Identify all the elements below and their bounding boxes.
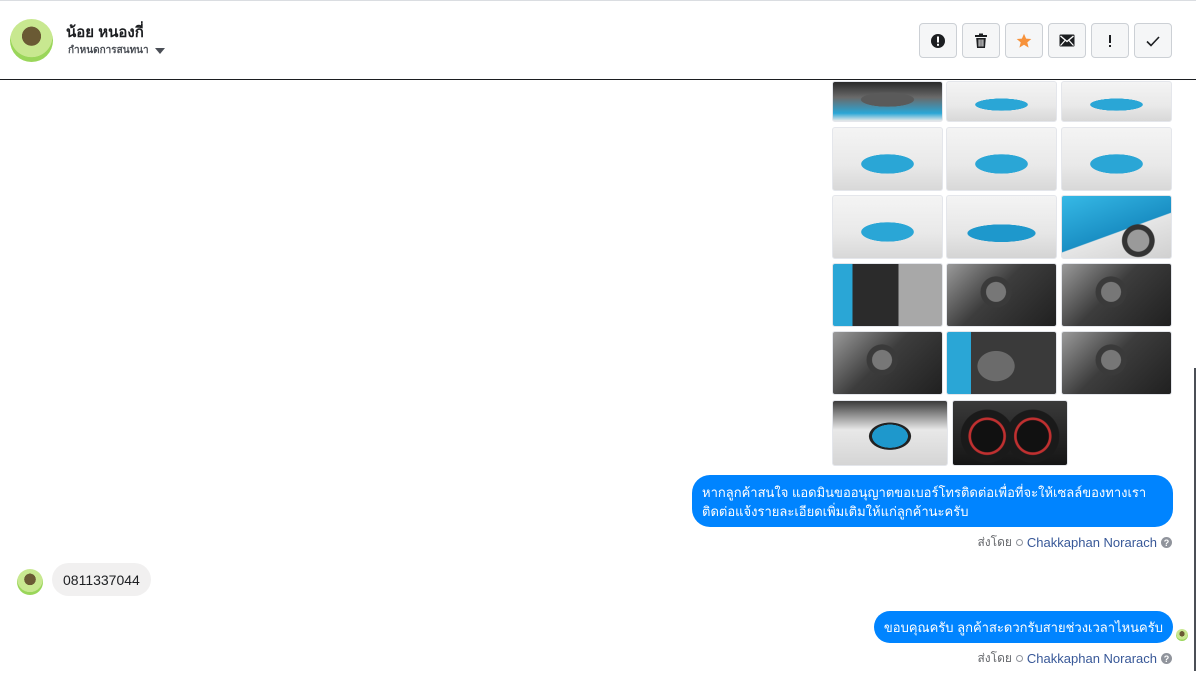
help-icon[interactable]: ? (1161, 653, 1172, 664)
follow-up-button[interactable] (1091, 23, 1129, 58)
gallery-photo[interactable] (952, 400, 1068, 466)
conversation-header: น้อย หนองกี่ กำหนดการสนทนา (0, 0, 1196, 80)
mark-unread-button[interactable] (1048, 23, 1086, 58)
gallery-photo[interactable] (946, 195, 1057, 259)
agent-name-link[interactable]: Chakkaphan Norarach (1027, 535, 1157, 550)
mark-done-button[interactable] (1134, 23, 1172, 58)
conversation-toolbar (919, 23, 1172, 58)
message-text-line: ติดต่อแจ้งรายละเอียดเพิ่มเติมให้แก่ลูกค้… (702, 504, 969, 519)
assign-conversation-label: กำหนดการสนทนา (68, 45, 149, 56)
delete-button[interactable] (962, 23, 1000, 58)
gallery-photo[interactable] (832, 195, 943, 259)
gallery-photo[interactable] (832, 127, 943, 191)
trash-icon (975, 33, 987, 48)
gallery-photo[interactable] (832, 400, 948, 466)
caret-down-icon (154, 47, 165, 54)
gallery-photo[interactable] (1061, 263, 1172, 327)
checkmark-icon (1146, 35, 1160, 47)
gallery-photo[interactable] (1061, 195, 1172, 259)
message-text: ขอบคุณครับ ลูกค้าสะดวกรับสายช่วงเวลาไหนค… (883, 619, 1163, 635)
sent-status-icon (1015, 539, 1023, 546)
exclamation-icon (1109, 34, 1111, 47)
sent-by-row: ส่งโดย Chakkaphan Norarach ? (977, 649, 1172, 668)
spam-button[interactable] (919, 23, 957, 58)
incoming-message-bubble[interactable]: 0811337044 (52, 563, 151, 596)
seen-avatar (1176, 629, 1188, 641)
sent-by-label: ส่งโดย (977, 651, 1012, 665)
gallery-photo[interactable] (832, 331, 943, 395)
contact-avatar-small (17, 569, 43, 595)
gallery-photo[interactable] (946, 263, 1057, 327)
gallery-photo[interactable] (1061, 81, 1172, 122)
gallery-photo[interactable] (946, 81, 1057, 122)
gallery-photo[interactable] (946, 127, 1057, 191)
gallery-photo[interactable] (832, 81, 943, 122)
star-button[interactable] (1005, 23, 1043, 58)
alert-circle-icon (931, 33, 945, 48)
contact-avatar[interactable] (10, 19, 53, 62)
gallery-photo[interactable] (1061, 331, 1172, 395)
contact-name[interactable]: น้อย หนองกี่ (66, 20, 144, 44)
help-icon[interactable]: ? (1161, 537, 1172, 548)
outgoing-message-bubble[interactable]: หากลูกค้าสนใจ แอดมินขออนุญาตขอเบอร์โทรติ… (692, 475, 1173, 527)
gallery-photo[interactable] (946, 331, 1057, 395)
agent-name-link[interactable]: Chakkaphan Norarach (1027, 651, 1157, 666)
message-text: 0811337044 (63, 571, 140, 588)
sent-by-row: ส่งโดย Chakkaphan Norarach ? (977, 533, 1172, 552)
sent-status-icon (1015, 655, 1023, 662)
sent-by-label: ส่งโดย (977, 535, 1012, 549)
assign-conversation-dropdown[interactable]: กำหนดการสนทนา (68, 43, 165, 58)
message-text-line: หากลูกค้าสนใจ แอดมินขออนุญาตขอเบอร์โทรติ… (702, 485, 1147, 500)
gallery-photo[interactable] (1061, 127, 1172, 191)
envelope-icon (1059, 34, 1075, 47)
star-icon (1016, 33, 1032, 48)
gallery-photo[interactable] (832, 263, 943, 327)
outgoing-message-bubble[interactable]: ขอบคุณครับ ลูกค้าสะดวกรับสายช่วงเวลาไหนค… (873, 611, 1173, 643)
